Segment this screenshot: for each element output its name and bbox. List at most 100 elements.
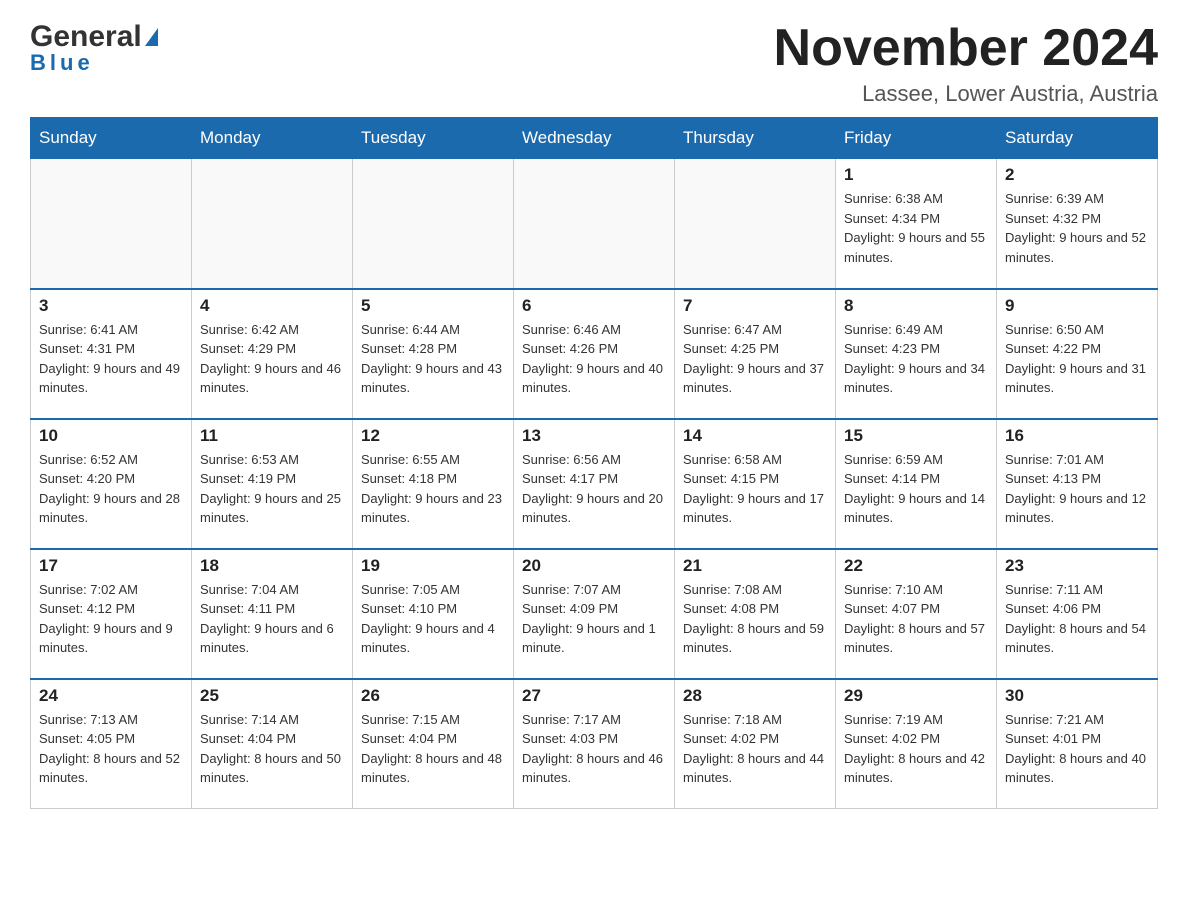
calendar-day-cell: 17Sunrise: 7:02 AMSunset: 4:12 PMDayligh… — [31, 549, 192, 679]
calendar-day-cell: 6Sunrise: 6:46 AMSunset: 4:26 PMDaylight… — [514, 289, 675, 419]
calendar-day-cell: 18 Sunrise: 7:04 AMSunset: 4:11 PMDayligh… — [192, 549, 353, 679]
calendar-day-cell: 14 Sunrise: 6:58 AMSunset: 4:15 PMDayligh… — [675, 419, 836, 549]
logo: General Blue — [30, 20, 158, 76]
calendar-day-cell — [514, 159, 675, 289]
day-number: 26 — [361, 686, 505, 706]
day-number: 15 — [844, 426, 988, 446]
day-number: 30 — [1005, 686, 1149, 706]
calendar-day-cell: 27 Sunrise: 7:17 AMSunset: 4:03 PMDayligh… — [514, 679, 675, 809]
day-number: 20 — [522, 556, 666, 576]
calendar-day-cell: 25 Sunrise: 7:14 AMSunset: 4:04 PMDayligh… — [192, 679, 353, 809]
day-info: Sunrise: 6:58 AMSunset: 4:15 PMDaylight:… — [683, 450, 827, 528]
calendar-day-cell: 10 Sunrise: 6:52 AMSunset: 4:20 PMDayligh… — [31, 419, 192, 549]
calendar-day-cell: 12 Sunrise: 6:55 AMSunset: 4:18 PMDayligh… — [353, 419, 514, 549]
day-info: Sunrise: 6:38 AMSunset: 4:34 PMDaylight:… — [844, 189, 988, 267]
day-number: 14 — [683, 426, 827, 446]
day-number: 4 — [200, 296, 344, 316]
day-info: Sunrise: 7:14 AMSunset: 4:04 PMDaylight:… — [200, 710, 344, 788]
day-number: 21 — [683, 556, 827, 576]
day-info: Sunrise: 6:50 AMSunset: 4:22 PMDaylight:… — [1005, 320, 1149, 398]
calendar-day-cell — [31, 159, 192, 289]
day-number: 22 — [844, 556, 988, 576]
calendar-day-cell: 28Sunrise: 7:18 AMSunset: 4:02 PMDayligh… — [675, 679, 836, 809]
calendar-week-row: 10 Sunrise: 6:52 AMSunset: 4:20 PMDayligh… — [31, 419, 1158, 549]
day-number: 1 — [844, 165, 988, 185]
logo-general-text: General — [30, 20, 142, 54]
day-number: 13 — [522, 426, 666, 446]
weekday-header: Thursday — [675, 118, 836, 159]
day-info: Sunrise: 6:42 AMSunset: 4:29 PMDaylight:… — [200, 320, 344, 398]
day-info: Sunrise: 6:55 AMSunset: 4:18 PMDaylight:… — [361, 450, 505, 528]
weekday-header: Wednesday — [514, 118, 675, 159]
logo-blue-text: Blue — [30, 50, 94, 75]
calendar-day-cell: 30Sunrise: 7:21 AMSunset: 4:01 PMDayligh… — [997, 679, 1158, 809]
day-info: Sunrise: 6:47 AMSunset: 4:25 PMDaylight:… — [683, 320, 827, 398]
day-info: Sunrise: 6:39 AMSunset: 4:32 PMDaylight:… — [1005, 189, 1149, 267]
day-number: 29 — [844, 686, 988, 706]
weekday-header: Friday — [836, 118, 997, 159]
day-info: Sunrise: 7:01 AMSunset: 4:13 PMDaylight:… — [1005, 450, 1149, 528]
day-number: 10 — [39, 426, 183, 446]
day-number: 7 — [683, 296, 827, 316]
day-number: 19 — [361, 556, 505, 576]
calendar-week-row: 24 Sunrise: 7:13 AMSunset: 4:05 PMDayligh… — [31, 679, 1158, 809]
day-info: Sunrise: 6:52 AMSunset: 4:20 PMDaylight:… — [39, 450, 183, 528]
day-number: 17 — [39, 556, 183, 576]
calendar-day-cell: 23 Sunrise: 7:11 AMSunset: 4:06 PMDayligh… — [997, 549, 1158, 679]
calendar-day-cell: 24 Sunrise: 7:13 AMSunset: 4:05 PMDayligh… — [31, 679, 192, 809]
calendar-day-cell: 5 Sunrise: 6:44 AMSunset: 4:28 PMDaylight… — [353, 289, 514, 419]
day-info: Sunrise: 7:07 AMSunset: 4:09 PMDaylight:… — [522, 580, 666, 658]
calendar-day-cell: 13 Sunrise: 6:56 AMSunset: 4:17 PMDayligh… — [514, 419, 675, 549]
weekday-header-row: SundayMondayTuesdayWednesdayThursdayFrid… — [31, 118, 1158, 159]
calendar-day-cell: 19 Sunrise: 7:05 AMSunset: 4:10 PMDayligh… — [353, 549, 514, 679]
calendar-week-row: 17Sunrise: 7:02 AMSunset: 4:12 PMDayligh… — [31, 549, 1158, 679]
day-info: Sunrise: 6:56 AMSunset: 4:17 PMDaylight:… — [522, 450, 666, 528]
calendar-day-cell: 20 Sunrise: 7:07 AMSunset: 4:09 PMDayligh… — [514, 549, 675, 679]
day-info: Sunrise: 7:11 AMSunset: 4:06 PMDaylight:… — [1005, 580, 1149, 658]
day-info: Sunrise: 6:41 AMSunset: 4:31 PMDaylight:… — [39, 320, 183, 398]
location-text: Lassee, Lower Austria, Austria — [774, 81, 1158, 107]
day-number: 8 — [844, 296, 988, 316]
calendar-day-cell: 11Sunrise: 6:53 AMSunset: 4:19 PMDayligh… — [192, 419, 353, 549]
day-number: 6 — [522, 296, 666, 316]
weekday-header: Tuesday — [353, 118, 514, 159]
day-number: 18 — [200, 556, 344, 576]
day-info: Sunrise: 7:05 AMSunset: 4:10 PMDaylight:… — [361, 580, 505, 658]
day-info: Sunrise: 7:15 AMSunset: 4:04 PMDaylight:… — [361, 710, 505, 788]
day-number: 23 — [1005, 556, 1149, 576]
calendar-day-cell: 26 Sunrise: 7:15 AMSunset: 4:04 PMDayligh… — [353, 679, 514, 809]
calendar-day-cell — [675, 159, 836, 289]
day-info: Sunrise: 7:13 AMSunset: 4:05 PMDaylight:… — [39, 710, 183, 788]
calendar-week-row: 3 Sunrise: 6:41 AMSunset: 4:31 PMDaylight… — [31, 289, 1158, 419]
day-info: Sunrise: 7:04 AMSunset: 4:11 PMDaylight:… — [200, 580, 344, 658]
calendar-day-cell: 16 Sunrise: 7:01 AMSunset: 4:13 PMDayligh… — [997, 419, 1158, 549]
day-info: Sunrise: 7:10 AMSunset: 4:07 PMDaylight:… — [844, 580, 988, 658]
calendar-day-cell: 3 Sunrise: 6:41 AMSunset: 4:31 PMDaylight… — [31, 289, 192, 419]
day-info: Sunrise: 6:44 AMSunset: 4:28 PMDaylight:… — [361, 320, 505, 398]
weekday-header: Sunday — [31, 118, 192, 159]
title-section: November 2024 Lassee, Lower Austria, Aus… — [774, 20, 1158, 107]
day-number: 16 — [1005, 426, 1149, 446]
day-number: 3 — [39, 296, 183, 316]
day-number: 5 — [361, 296, 505, 316]
month-year-title: November 2024 — [774, 20, 1158, 77]
day-number: 25 — [200, 686, 344, 706]
day-info: Sunrise: 6:49 AMSunset: 4:23 PMDaylight:… — [844, 320, 988, 398]
day-info: Sunrise: 7:17 AMSunset: 4:03 PMDaylight:… — [522, 710, 666, 788]
calendar-week-row: 1 Sunrise: 6:38 AMSunset: 4:34 PMDaylight… — [31, 159, 1158, 289]
weekday-header: Monday — [192, 118, 353, 159]
day-number: 24 — [39, 686, 183, 706]
day-number: 27 — [522, 686, 666, 706]
calendar-day-cell: 22 Sunrise: 7:10 AMSunset: 4:07 PMDayligh… — [836, 549, 997, 679]
day-number: 9 — [1005, 296, 1149, 316]
calendar-day-cell: 9 Sunrise: 6:50 AMSunset: 4:22 PMDaylight… — [997, 289, 1158, 419]
calendar-day-cell: 1 Sunrise: 6:38 AMSunset: 4:34 PMDaylight… — [836, 159, 997, 289]
logo-arrow-icon — [145, 28, 158, 46]
calendar-day-cell: 29 Sunrise: 7:19 AMSunset: 4:02 PMDayligh… — [836, 679, 997, 809]
day-number: 2 — [1005, 165, 1149, 185]
day-info: Sunrise: 7:19 AMSunset: 4:02 PMDaylight:… — [844, 710, 988, 788]
day-number: 12 — [361, 426, 505, 446]
calendar-day-cell — [353, 159, 514, 289]
day-info: Sunrise: 6:53 AMSunset: 4:19 PMDaylight:… — [200, 450, 344, 528]
calendar-day-cell — [192, 159, 353, 289]
